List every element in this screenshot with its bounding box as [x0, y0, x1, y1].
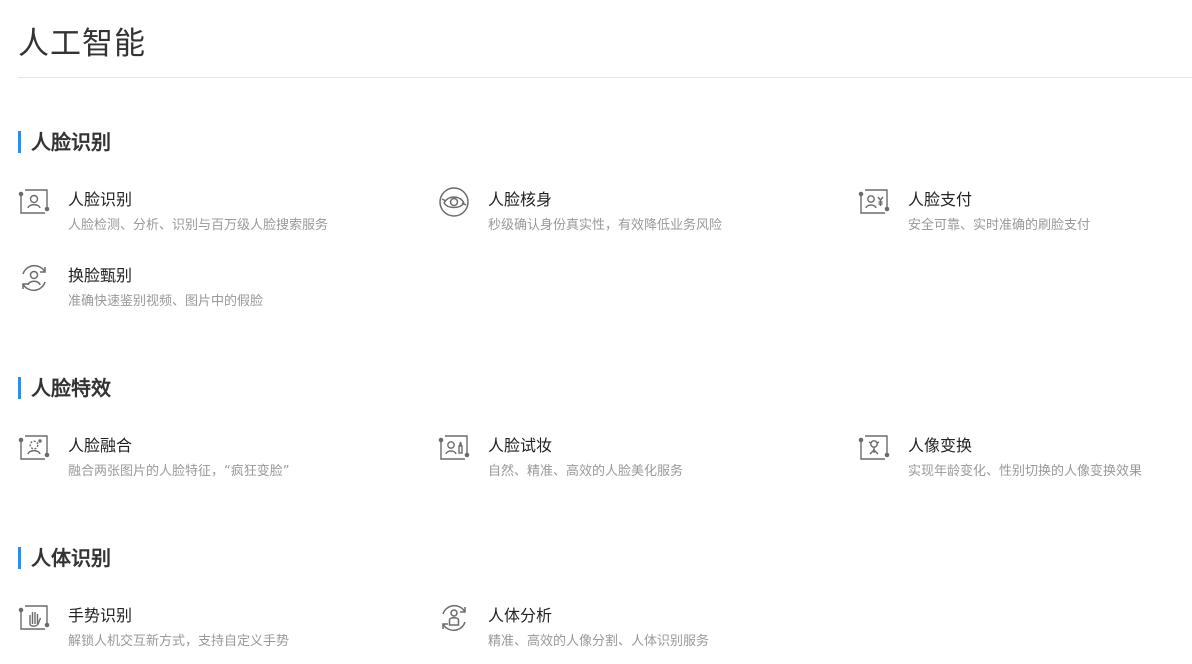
product-desc: 安全可靠、实时准确的刷脸支付: [908, 218, 1091, 233]
product-card-portrait-transform[interactable]: 人像变换 实现年龄变化、性别切换的人像变换效果: [858, 432, 1192, 488]
product-card-body-analysis[interactable]: 人体分析 精准、高效的人像分割、人体识别服务: [438, 602, 838, 658]
face-verify-icon: [438, 186, 470, 218]
product-name: 人脸识别: [68, 190, 133, 209]
product-card-face-payment[interactable]: 人脸支付 安全可靠、实时准确的刷脸支付: [858, 186, 1192, 242]
product-card-gesture-recognition[interactable]: 手势识别 解锁人机交互新方式，支持自定义手势: [18, 602, 418, 658]
product-name: 人脸融合: [68, 436, 133, 455]
face-pay-icon: [858, 186, 890, 218]
product-desc: 实现年龄变化、性别切换的人像变换效果: [908, 464, 1143, 479]
product-desc: 准确快速鉴别视频、图片中的假脸: [68, 294, 264, 309]
page-title: 人工智能: [18, 26, 146, 62]
portrait-transform-icon: [858, 432, 890, 464]
product-desc: 融合两张图片的人脸特征，“疯狂变脸”: [68, 464, 290, 479]
section-title-face-effects: 人脸特效: [18, 377, 111, 399]
product-card-face-fusion[interactable]: 人脸融合 融合两张图片的人脸特征，“疯狂变脸”: [18, 432, 418, 488]
product-name: 手势识别: [68, 606, 133, 625]
product-desc: 自然、精准、高效的人脸美化服务: [488, 464, 684, 479]
face-frame-icon: [18, 186, 50, 218]
face-swap-detect-icon: [18, 262, 50, 294]
section-title-face-recognition: 人脸识别: [18, 131, 111, 153]
gesture-icon: [18, 602, 50, 634]
product-desc: 精准、高效的人像分割、人体识别服务: [488, 634, 710, 649]
product-name: 人脸核身: [488, 190, 553, 209]
face-makeup-icon: [438, 432, 470, 464]
page: 人工智能 人脸识别 人脸识别 人脸检测、分析、识别与百万级人脸搜索服务 人脸核身…: [0, 0, 1192, 664]
product-card-face-makeup[interactable]: 人脸试妆 自然、精准、高效的人脸美化服务: [438, 432, 838, 488]
product-card-face-verification[interactable]: 人脸核身 秒级确认身份真实性，有效降低业务风险: [438, 186, 838, 242]
section-title-body-recognition: 人体识别: [18, 547, 111, 569]
product-name: 换脸甄别: [68, 266, 133, 285]
product-desc: 秒级确认身份真实性，有效降低业务风险: [488, 218, 723, 233]
product-name: 人脸支付: [908, 190, 973, 209]
body-analysis-icon: [438, 602, 470, 634]
product-card-face-recognition[interactable]: 人脸识别 人脸检测、分析、识别与百万级人脸搜索服务: [18, 186, 418, 242]
face-fusion-icon: [18, 432, 50, 464]
product-card-face-swap-detection[interactable]: 换脸甄别 准确快速鉴别视频、图片中的假脸: [18, 262, 418, 318]
product-desc: 人脸检测、分析、识别与百万级人脸搜索服务: [68, 218, 329, 233]
product-desc: 解锁人机交互新方式，支持自定义手势: [68, 634, 290, 649]
title-divider: [18, 77, 1192, 78]
product-name: 人脸试妆: [488, 436, 553, 455]
product-name: 人像变换: [908, 436, 973, 455]
product-name: 人体分析: [488, 606, 553, 625]
